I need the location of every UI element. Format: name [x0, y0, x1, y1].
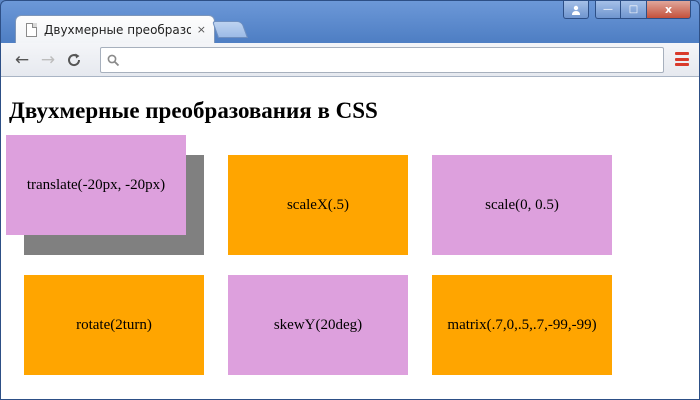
tab-close-icon[interactable]: ×	[197, 23, 206, 36]
new-tab-button[interactable]	[211, 21, 249, 38]
menu-icon-bar	[675, 63, 689, 66]
scalex-box: scaleX(.5)	[228, 155, 408, 255]
close-window-button[interactable]: x	[647, 1, 691, 19]
tab-title: Двухмерные преобразован	[44, 22, 191, 37]
address-input[interactable]	[126, 49, 663, 71]
user-profile-button[interactable]	[563, 1, 589, 19]
browser-menu-button[interactable]	[675, 52, 689, 66]
menu-icon-bar	[675, 52, 689, 55]
menu-icon-bar	[675, 57, 689, 61]
page-icon	[26, 22, 37, 37]
search-icon	[107, 54, 120, 66]
rotate-box: rotate(2turn)	[24, 275, 204, 375]
translate-box: translate(-20px, -20px)	[6, 135, 186, 235]
browser-tab[interactable]: Двухмерные преобразован ×	[15, 15, 215, 43]
back-button[interactable]: ←	[10, 48, 34, 72]
matrix-box: matrix(.7,0,.5,.7,-99,-99)	[432, 275, 612, 375]
user-icon	[572, 5, 580, 15]
reload-button[interactable]	[62, 48, 86, 72]
browser-toolbar: ← →	[1, 43, 699, 77]
tabstrip: Двухмерные преобразован × — □ x	[1, 1, 699, 43]
window-controls: — □ x	[563, 1, 691, 19]
browser-window: Двухмерные преобразован × — □ x ← →	[0, 0, 700, 400]
address-bar[interactable]	[100, 47, 664, 73]
reload-icon	[68, 53, 81, 66]
page-heading: Двухмерные преобразования в CSS	[9, 98, 378, 123]
skewy-box: skewY(20deg)	[228, 275, 408, 375]
maximize-button[interactable]: □	[621, 1, 647, 19]
minimize-button[interactable]: —	[595, 1, 621, 19]
page-content: Двухмерные преобразования в CSS translat…	[1, 77, 699, 399]
forward-button[interactable]: →	[36, 48, 60, 72]
scale-box: scale(0, 0.5)	[432, 155, 612, 255]
